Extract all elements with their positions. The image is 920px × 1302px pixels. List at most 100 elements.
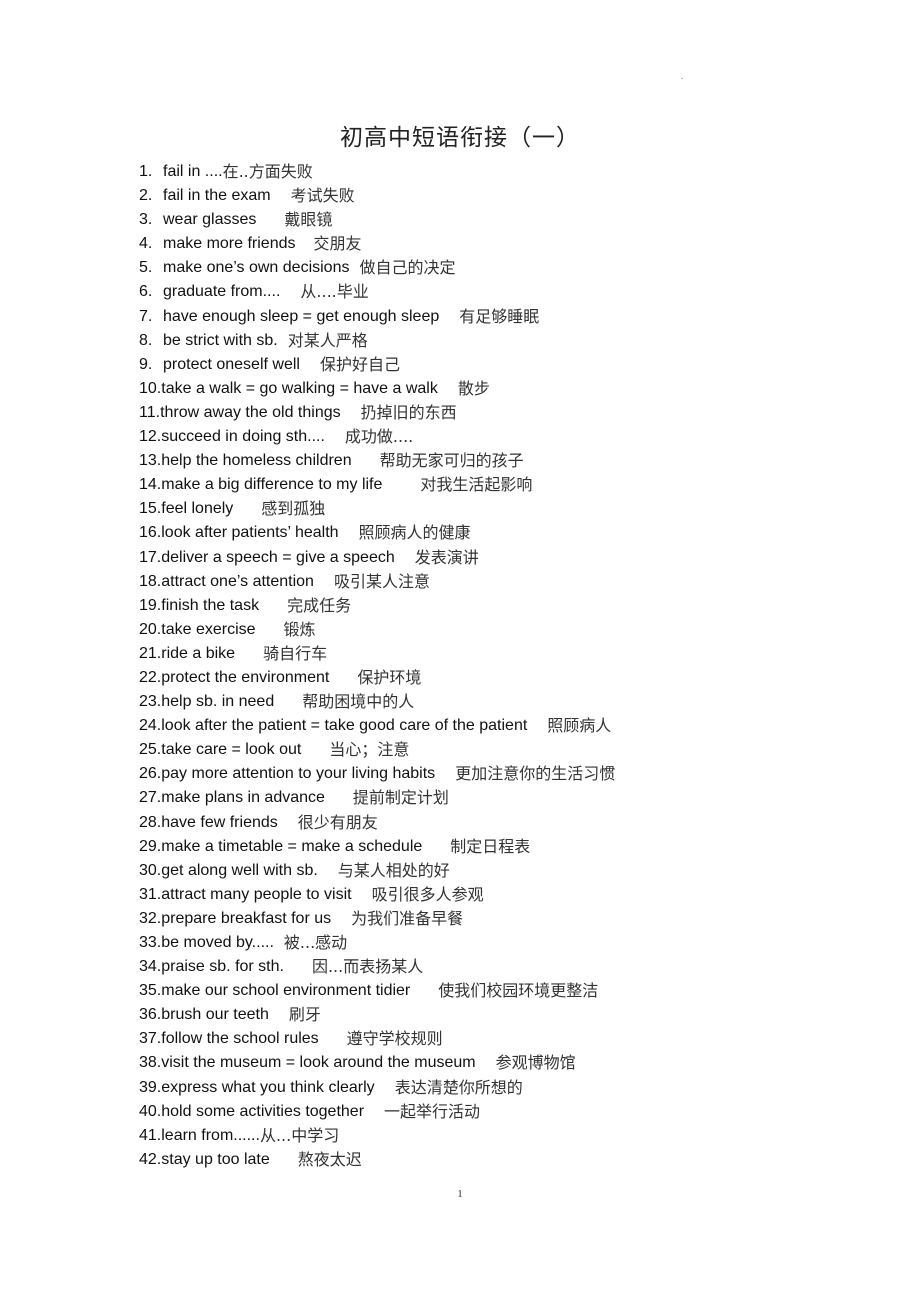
phrase-item: 32. prepare breakfast for us 为我们准备早餐: [139, 907, 615, 931]
phrase-english: fail in the exam: [163, 187, 271, 205]
phrase-english: look after the patient = take good care …: [161, 717, 528, 735]
phrase-spacer: [274, 931, 284, 955]
phrase-spacer: [233, 497, 261, 521]
phrase-spacer: [352, 883, 372, 907]
phrase-chinese: 一起举行活动: [384, 1101, 481, 1121]
phrase-spacer: [278, 329, 288, 353]
phrase-spacer: [329, 666, 357, 690]
phrase-chinese: 遵守学校规则: [346, 1029, 443, 1049]
phrase-number: 30.: [139, 861, 162, 879]
phrase-spacer: [256, 208, 284, 232]
phrase-item: 19. finish the task 完成任务: [139, 594, 615, 618]
phrase-item: 22. protect the environment 保护环境: [139, 666, 615, 690]
phrase-spacer: [278, 811, 298, 835]
phrase-chinese: 吸引很多人参观: [371, 884, 484, 904]
phrase-item: 8. be strict with sb. 对某人严格: [139, 329, 615, 353]
phrase-item: 35. make our school environment tidier 使我们…: [139, 979, 615, 1003]
phrase-number: 11.: [139, 403, 161, 421]
phrase-number: 3.: [139, 211, 153, 229]
phrase-number: 26.: [139, 765, 162, 783]
phrase-english: brush our teeth: [161, 1006, 269, 1024]
phrase-item: 26. pay more attention to your living hab…: [139, 762, 615, 786]
phrase-item: 29. make a timetable = make a schedule 制定日…: [139, 835, 615, 859]
phrase-spacer: [318, 859, 338, 883]
phrase-chinese: 照顾病人: [547, 716, 612, 736]
phrase-chinese: 当心；注意: [329, 740, 410, 760]
phrase-item: 3. wear glasses 戴眼镜: [139, 208, 615, 232]
phrase-spacer: [422, 835, 450, 859]
phrase-number: 42.: [139, 1150, 162, 1168]
phrase-number: 2.: [139, 187, 153, 205]
phrase-chinese: 有足够睡眠: [459, 306, 540, 326]
phrase-item: 7. have enough sleep = get enough sleep 有足…: [139, 305, 615, 329]
phrase-chinese: 完成任务: [287, 595, 352, 615]
phrase-item: 23. help sb. in need 帮助困境中的人: [139, 690, 615, 714]
phrase-english: throw away the old things: [160, 403, 341, 421]
phrase-item: 28. have few friends 很少有朋友: [139, 811, 615, 835]
phrase-spacer: [259, 594, 287, 618]
phrase-english: succeed in doing sth....: [161, 428, 325, 446]
phrase-number: 12.: [139, 428, 162, 446]
phrase-item: 9. protect oneself well 保护好自己: [139, 353, 615, 377]
phrase-chinese: 发表演讲: [414, 547, 479, 567]
phrase-chinese: 制定日程表: [450, 836, 531, 856]
phrase-chinese: 帮助困境中的人: [302, 692, 415, 712]
phrase-number: 33.: [139, 934, 162, 951]
phrase-spacer: [527, 714, 547, 738]
phrase-spacer: [375, 1076, 395, 1100]
phrase-english: feel lonely: [161, 500, 234, 518]
phrase-number: 39.: [139, 1078, 162, 1096]
phrase-chinese: 照顾病人的健康: [358, 523, 471, 543]
phrase-english: fail in ....: [163, 163, 223, 180]
phrase-item: 41. learn from...... 从...中学习: [139, 1124, 615, 1148]
phrase-english: ride a bike: [161, 644, 236, 662]
phrase-chinese: 锻炼: [283, 619, 316, 639]
phrase-item: 27. make plans in advance 提前制定计划: [139, 786, 615, 810]
scan-artifact: [681, 78, 683, 79]
phrase-english: pay more attention to your living habits: [161, 765, 436, 783]
phrase-number: 40.: [139, 1102, 162, 1120]
phrase-spacer: [438, 377, 458, 401]
phrase-english: help the homeless children: [161, 452, 352, 470]
phrase-item: 15. feel lonely 感到孤独: [139, 497, 615, 521]
phrase-item: 16. look after patients’ health 照顾病人的健康: [139, 521, 615, 545]
phrase-chinese: 参观博物馆: [495, 1053, 576, 1073]
phrase-chinese: 提前制定计划: [352, 788, 449, 808]
phrase-number: 6.: [139, 283, 153, 301]
phrase-item: 38. visit the museum = look around the mu…: [139, 1051, 615, 1075]
phrase-item: 39. express what you think clearly 表达清楚你所想…: [139, 1076, 615, 1100]
phrase-spacer: [349, 256, 359, 280]
phrase-number: 27.: [139, 789, 162, 807]
phrase-english: follow the school rules: [161, 1030, 319, 1048]
phrase-number: 16.: [139, 524, 162, 542]
phrase-spacer: [325, 786, 353, 810]
phrase-english: finish the task: [161, 596, 260, 614]
phrase-number: 14.: [139, 476, 162, 494]
phrase-spacer: [410, 979, 438, 1003]
phrase-chinese: 与某人相处的好: [337, 860, 450, 880]
phrase-english: graduate from....: [163, 283, 281, 301]
phrase-english: hold some activities together: [161, 1102, 365, 1120]
phrase-spacer: [296, 232, 314, 256]
phrase-item: 36. brush our teeth 刷牙: [139, 1003, 615, 1027]
phrase-chinese: 帮助无家可归的孩子: [379, 451, 524, 471]
phrase-number: 8.: [139, 331, 153, 349]
phrase-number: 1.: [139, 163, 153, 180]
phrase-item: 2. fail in the exam 考试失败: [139, 184, 615, 208]
phrase-spacer: [352, 449, 380, 473]
phrase-chinese: 戴眼镜: [284, 210, 333, 230]
phrase-english: have enough sleep = get enough sleep: [163, 307, 440, 325]
phrase-english: be strict with sb.: [163, 331, 278, 349]
phrase-chinese: 成功做....: [344, 427, 414, 447]
phrase-number: 19.: [139, 596, 162, 614]
phrase-list: 1. fail in .... 在..方面失败 2. fail in the exam 考…: [139, 160, 615, 1172]
phrase-chinese: 被...感动: [283, 933, 348, 952]
phrase-item: 25. take care = look out 当心；注意: [139, 738, 615, 762]
phrase-english: get along well with sb.: [161, 861, 318, 879]
phrase-chinese: 更加注意你的生活习惯: [455, 764, 616, 784]
phrase-english: stay up too late: [161, 1150, 270, 1168]
phrase-number: 28.: [139, 813, 162, 831]
phrase-item: 6. graduate from.... 从....毕业: [139, 280, 615, 304]
phrase-chinese: 熬夜太迟: [297, 1149, 362, 1169]
phrase-english: be moved by.....: [161, 934, 274, 951]
